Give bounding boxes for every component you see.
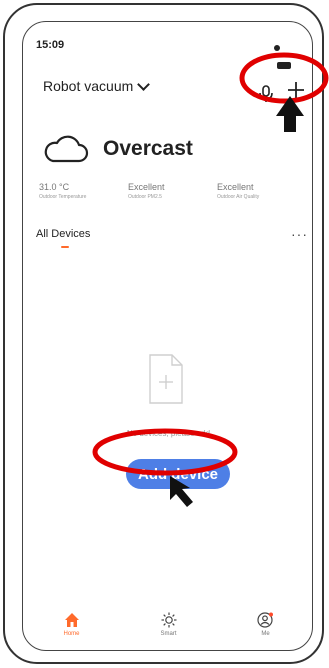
cursor-arrow-icon [170, 476, 193, 507]
annotation-circle-add [239, 52, 329, 104]
annotation-circle-add-device [92, 428, 238, 476]
annotation-layer [92, 52, 329, 507]
